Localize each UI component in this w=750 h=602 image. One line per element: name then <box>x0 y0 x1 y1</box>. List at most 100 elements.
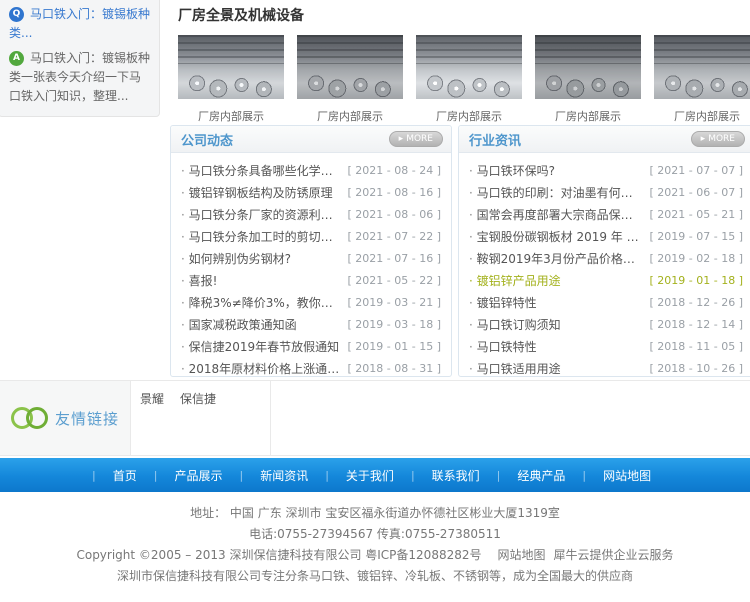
footer-service-link[interactable]: 犀牛云提供企业云服务 <box>554 548 674 562</box>
news-item-title[interactable]: 国家减税政策通知函 <box>181 316 340 333</box>
news-item[interactable]: 马口铁订购须知 [ 2018 - 12 - 14 ] <box>469 313 743 335</box>
nav-separator: | <box>411 469 415 482</box>
nav-item[interactable]: 关于我们 <box>346 467 394 484</box>
nav-item[interactable]: 产品展示 <box>174 467 222 484</box>
nav-item-wrap: | 经典产品 <box>497 467 583 484</box>
footer-copyright-line: Copyright ©2005 – 2013 深圳保信捷科技有限公司 粤ICP备… <box>0 545 750 566</box>
news-item-title[interactable]: 马口铁订购须知 <box>469 316 642 333</box>
news-item[interactable]: 国常会再度部署大宗商品保供稳价 [ 2021 - 05 - 21 ] <box>469 203 743 225</box>
friend-link[interactable]: 景耀 <box>140 390 164 407</box>
factory-photo-item: 厂房内部展示 <box>297 35 403 124</box>
news-item-date: [ 2021 - 06 - 07 ] <box>650 186 744 199</box>
photo-caption: 厂房内部展示 <box>178 108 284 124</box>
news-item-title[interactable]: 国常会再度部署大宗商品保供稳价 <box>469 206 642 223</box>
more-arrow-icon: ▸ <box>399 134 404 144</box>
nav-item-wrap: | 网站地图 <box>582 467 668 484</box>
news-item[interactable]: 马口铁环保吗? [ 2021 - 07 - 07 ] <box>469 159 743 181</box>
news-item-title[interactable]: 保信捷2019年春节放假通知 <box>181 338 340 355</box>
factory-photo-item: 厂房内部展示 <box>178 35 284 124</box>
rings-icon <box>11 407 48 429</box>
industry-news-more-button[interactable]: ▸ MORE <box>691 131 745 147</box>
news-item[interactable]: 马口铁特性 [ 2018 - 11 - 05 ] <box>469 335 743 357</box>
news-item[interactable]: 马口铁分条加工时的剪切要求 [ 2021 - 07 - 22 ] <box>181 225 441 247</box>
nav-separator: | <box>92 469 96 482</box>
news-item-date: [ 2019 - 01 - 15 ] <box>348 340 442 353</box>
factory-photo-item: 厂房内部展示 <box>416 35 522 124</box>
news-item-title[interactable]: 马口铁的印刷：对油墨有何特殊要求 <box>469 184 642 201</box>
industry-news-title: 行业资讯 <box>469 130 521 149</box>
news-item-title[interactable]: 镀铝锌钢板结构及防锈原理 <box>181 184 340 201</box>
news-item-date: [ 2021 - 07 - 16 ] <box>348 252 442 265</box>
more-button-label: MORE <box>406 134 433 144</box>
news-item[interactable]: 镀铝锌产品用途 [ 2019 - 01 - 18 ] <box>469 269 743 291</box>
news-item[interactable]: 喜报! [ 2021 - 05 - 22 ] <box>181 269 441 291</box>
ring-right <box>26 407 48 429</box>
news-item-date: [ 2019 - 07 - 15 ] <box>650 230 744 243</box>
news-item-date: [ 2018 - 11 - 05 ] <box>650 340 744 353</box>
footer-sitemap-link[interactable]: 网站地图 <box>498 548 546 562</box>
footer-slogan: 深圳市保信捷科技有限公司专注分条马口铁、镀铝锌、冷轧板、不锈钢等，成为全国最大的… <box>0 566 750 587</box>
nav-separator: | <box>497 469 501 482</box>
factory-photo[interactable] <box>178 35 284 99</box>
nav-item[interactable]: 联系我们 <box>432 467 480 484</box>
news-item-title[interactable]: 马口铁分条加工时的剪切要求 <box>181 228 340 245</box>
page: Q 马口铁入门：镀锡板种类... A 马口铁入门：镀锡板种类一张表今天介绍一下马… <box>0 0 750 602</box>
news-item-title[interactable]: 宝钢股份碳钢板材 2019 年 8 月份国... <box>469 228 642 245</box>
news-item-title[interactable]: 马口铁环保吗? <box>469 162 642 179</box>
news-item[interactable]: 保信捷2019年春节放假通知 [ 2019 - 01 - 15 ] <box>181 335 441 357</box>
news-item-title[interactable]: 镀铝锌特性 <box>469 294 642 311</box>
qa-question[interactable]: Q 马口铁入门：镀锡板种类... <box>9 5 151 43</box>
news-item-title[interactable]: 降税3%≠降价3%，教你算给客户看 <box>181 294 340 311</box>
news-item[interactable]: 鞍钢2019年3月份产品价格政策调整... [ 2019 - 02 - 18 ] <box>469 247 743 269</box>
news-item-date: [ 2019 - 01 - 18 ] <box>650 274 744 287</box>
news-item-date: [ 2018 - 08 - 31 ] <box>348 362 442 375</box>
news-item-title[interactable]: 喜报! <box>181 272 340 289</box>
answer-icon: A <box>9 51 24 66</box>
news-item[interactable]: 镀铝锌特性 [ 2018 - 12 - 26 ] <box>469 291 743 313</box>
news-item[interactable]: 马口铁分条具备哪些化学特点? [ 2021 - 08 - 24 ] <box>181 159 441 181</box>
company-news-more-button[interactable]: ▸ MORE <box>389 131 443 147</box>
nav-separator: | <box>154 469 158 482</box>
nav-item[interactable]: 网站地图 <box>603 467 651 484</box>
photo-caption: 厂房内部展示 <box>535 108 641 124</box>
news-item[interactable]: 2018年原材料价格上涨通知！！！ [ 2018 - 08 - 31 ] <box>181 357 441 379</box>
news-item[interactable]: 如何辨别伪劣钢材? [ 2021 - 07 - 16 ] <box>181 247 441 269</box>
company-news-list: 马口铁分条具备哪些化学特点? [ 2021 - 08 - 24 ] 镀铝锌钢板结… <box>171 153 451 379</box>
nav-item-wrap: | 关于我们 <box>325 467 411 484</box>
news-item[interactable]: 国家减税政策通知函 [ 2019 - 03 - 18 ] <box>181 313 441 335</box>
factory-photo[interactable] <box>654 35 750 99</box>
footer: 地址： 中国 广东 深圳市 宝安区福永街道办怀德社区彬业大厦1319室 电话:0… <box>0 492 750 587</box>
news-item-date: [ 2018 - 10 - 26 ] <box>650 362 744 375</box>
nav-item[interactable]: 新闻资讯 <box>260 467 308 484</box>
nav-item[interactable]: 首页 <box>113 467 137 484</box>
nav-item-wrap: | 新闻资讯 <box>239 467 325 484</box>
news-item-title[interactable]: 马口铁分条具备哪些化学特点? <box>181 162 340 179</box>
qa-answer-text[interactable]: 马口铁入门：镀锡板种类一张表今天介绍一下马口铁入门知识，整理... <box>9 51 150 103</box>
qa-question-text[interactable]: 马口铁入门：镀锡板种类... <box>9 7 150 40</box>
news-item-date: [ 2021 - 05 - 22 ] <box>348 274 442 287</box>
factory-photo[interactable] <box>535 35 641 99</box>
news-item-title[interactable]: 如何辨别伪劣钢材? <box>181 250 340 267</box>
news-item-title[interactable]: 马口铁特性 <box>469 338 642 355</box>
news-item-title[interactable]: 鞍钢2019年3月份产品价格政策调整... <box>469 250 642 267</box>
news-item[interactable]: 马口铁的印刷：对油墨有何特殊要求 [ 2021 - 06 - 07 ] <box>469 181 743 203</box>
nav-separator: | <box>582 469 586 482</box>
news-item[interactable]: 马口铁分条厂家的资源利用率如何? [ 2021 - 08 - 06 ] <box>181 203 441 225</box>
factory-photo[interactable] <box>297 35 403 99</box>
footer-phone: 电话:0755-27394567 传真:0755-27380511 <box>0 524 750 545</box>
friend-link[interactable]: 保信捷 <box>180 390 216 407</box>
news-item[interactable]: 降税3%≠降价3%，教你算给客户看 [ 2019 - 03 - 21 ] <box>181 291 441 313</box>
footer-address: 地址： 中国 广东 深圳市 宝安区福永街道办怀德社区彬业大厦1319室 <box>0 503 750 524</box>
news-item[interactable]: 马口铁适用用途 [ 2018 - 10 - 26 ] <box>469 357 743 379</box>
news-item[interactable]: 镀铝锌钢板结构及防锈原理 [ 2021 - 08 - 16 ] <box>181 181 441 203</box>
news-item[interactable]: 宝钢股份碳钢板材 2019 年 8 月份国... [ 2019 - 07 - 1… <box>469 225 743 247</box>
qa-box: Q 马口铁入门：镀锡板种类... A 马口铁入门：镀锡板种类一张表今天介绍一下马… <box>0 0 160 117</box>
news-item-date: [ 2021 - 07 - 07 ] <box>650 164 744 177</box>
news-item-title[interactable]: 马口铁适用用途 <box>469 360 642 377</box>
factory-photo[interactable] <box>416 35 522 99</box>
news-item-title[interactable]: 镀铝锌产品用途 <box>469 272 642 289</box>
nav-item[interactable]: 经典产品 <box>517 467 565 484</box>
news-item-title[interactable]: 2018年原材料价格上涨通知！！！ <box>181 360 340 377</box>
news-item-title[interactable]: 马口铁分条厂家的资源利用率如何? <box>181 206 340 223</box>
links-cell-divider <box>270 381 271 455</box>
